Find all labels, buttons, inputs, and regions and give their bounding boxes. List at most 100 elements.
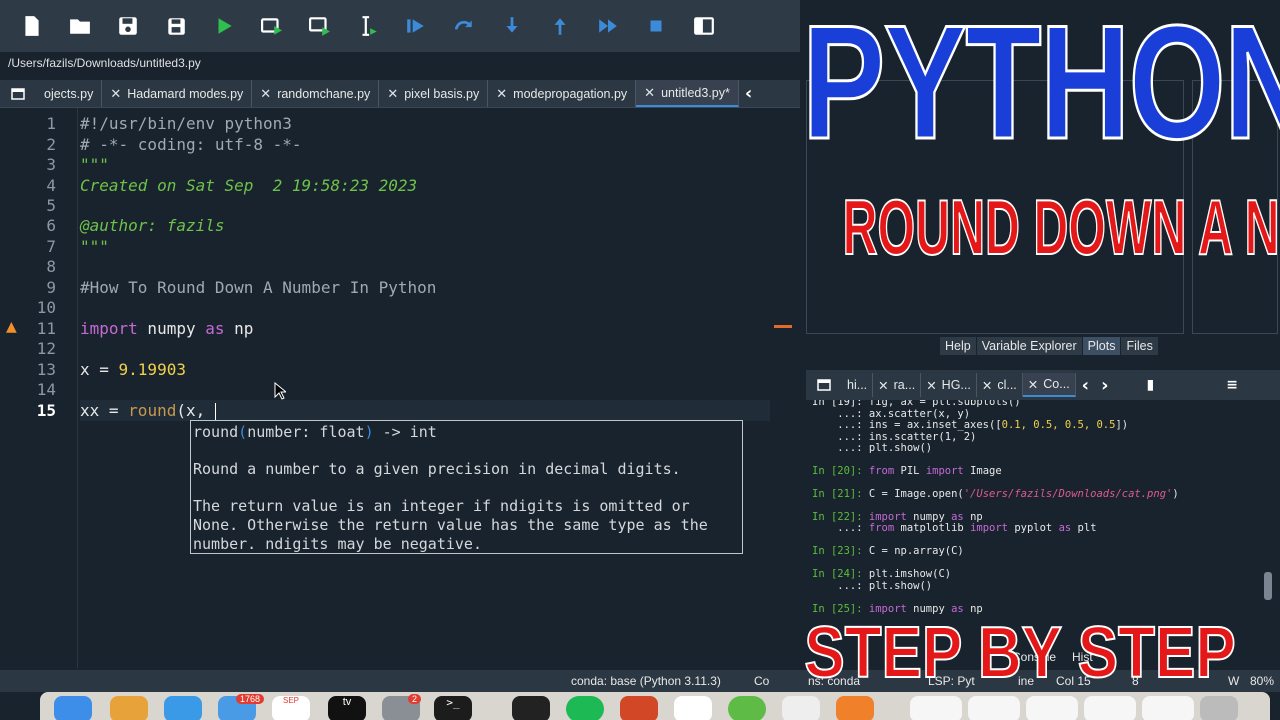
console-line: In [21]: C = Image.open('/Users/fazils/D… [812, 488, 1179, 500]
system-settings-icon[interactable]: 2 [382, 694, 422, 720]
calendar-month: SEP [282, 696, 299, 705]
sig-params: number: float [247, 423, 365, 441]
tab-files[interactable]: Files [1121, 337, 1158, 355]
maximize-pane-icon[interactable] [680, 8, 728, 44]
tabs-menu-icon[interactable] [806, 379, 842, 391]
main-toolbar [0, 0, 800, 52]
code-text: ]) [1115, 419, 1129, 431]
window-thumbnail[interactable] [1142, 696, 1194, 720]
console-tab[interactable]: ✕ cl... [977, 373, 1023, 397]
close-icon[interactable]: ✕ [496, 86, 507, 102]
close-icon[interactable]: ✕ [387, 86, 398, 102]
tab-variable-explorer[interactable]: Variable Explorer [976, 337, 1082, 355]
sig-return: -> int [373, 423, 437, 441]
launchpad-icon[interactable] [110, 696, 148, 720]
step-out-icon[interactable] [536, 8, 584, 44]
warning-scroll-marker [774, 325, 792, 328]
line-number: 14 [36, 380, 56, 399]
code-text: plt [1071, 522, 1097, 534]
tab-label: cl... [997, 378, 1017, 392]
console-tab[interactable]: ✕ ra... [873, 373, 922, 397]
close-icon[interactable]: ✕ [926, 378, 936, 393]
tab-pixel-basis[interactable]: ✕ pixel basis.py [379, 80, 489, 107]
line-number: 9 [46, 278, 56, 297]
app-f-icon[interactable] [836, 696, 874, 720]
spyder-icon[interactable] [728, 696, 766, 720]
code-line: @author: fazils [80, 216, 225, 235]
run-cell-icon[interactable] [248, 8, 296, 44]
tabs-menu-icon[interactable] [0, 80, 36, 107]
stop-icon[interactable] [632, 8, 680, 44]
code-line: """ [80, 155, 109, 174]
code-text: matplotlib [894, 522, 971, 534]
window-thumbnail[interactable] [1084, 696, 1136, 720]
close-icon[interactable]: ✕ [982, 378, 992, 393]
finder-icon[interactable] [54, 696, 92, 720]
console-line: ...: plt.show() [812, 580, 933, 592]
window-thumbnail[interactable] [968, 696, 1020, 720]
keyword: as [1058, 522, 1072, 534]
save-all-icon[interactable] [152, 8, 200, 44]
open-folder-icon[interactable] [56, 8, 104, 44]
mail-icon[interactable]: 1768 [218, 694, 265, 720]
close-icon[interactable]: ✕ [110, 86, 121, 102]
step-into-icon[interactable] [488, 8, 536, 44]
line-number: 11 [36, 319, 56, 338]
close-icon[interactable]: ✕ [878, 378, 888, 393]
tab-hadamard[interactable]: ✕ Hadamard modes.py [102, 80, 253, 107]
close-icon[interactable]: ✕ [260, 86, 271, 102]
close-icon[interactable]: ✕ [1028, 377, 1038, 392]
activity-monitor-icon[interactable] [512, 696, 550, 720]
line-number: 2 [46, 135, 56, 154]
tab-untitled3[interactable]: ✕ untitled3.py* [636, 80, 739, 107]
tab-randomchane[interactable]: ✕ randomchane.py [252, 80, 380, 107]
trash-icon[interactable] [1200, 696, 1238, 720]
app-icon[interactable] [782, 696, 820, 720]
notion-icon[interactable] [674, 696, 712, 720]
console-scrollbar[interactable] [1264, 572, 1272, 600]
new-file-icon[interactable] [8, 8, 56, 44]
chevron-right-icon[interactable]: › [1095, 375, 1114, 396]
code-area[interactable]: #!/usr/bin/env python3 # -*- coding: utf… [80, 108, 770, 668]
window-thumbnail[interactable] [910, 696, 962, 720]
window-thumbnail[interactable] [1026, 696, 1078, 720]
options-menu-icon[interactable]: ≡ [1220, 377, 1244, 393]
prompt: In [20]: [812, 465, 869, 477]
code-line: #!/usr/bin/env python3 [80, 114, 292, 133]
run-icon[interactable] [200, 8, 248, 44]
continue-icon[interactable] [584, 8, 632, 44]
keyword: from [868, 522, 895, 534]
chevron-left-icon[interactable]: ‹ [739, 80, 758, 107]
code-text: ...: ins = ax.inset_axes([ [812, 419, 1002, 431]
spotify-icon[interactable] [566, 696, 604, 720]
save-icon[interactable] [104, 8, 152, 44]
chevron-left-icon[interactable]: ‹ [1076, 375, 1095, 396]
tab-help[interactable]: Help [940, 337, 976, 355]
console-tab[interactable]: hi... [842, 373, 874, 397]
code-editor[interactable]: 1 2 3 4 5 6 7 8 9 10 ▲ 11 12 13 14 15 #!… [0, 108, 800, 668]
console-tab[interactable]: ✕ HG... [921, 373, 977, 397]
clipboard-icon[interactable]: ▮ [1141, 377, 1161, 393]
line-number: 10 [36, 298, 56, 317]
apple-tv-icon[interactable]: tv [328, 696, 366, 720]
step-over-icon[interactable] [440, 8, 488, 44]
powerpoint-icon[interactable] [620, 696, 658, 720]
tab-modepropagation[interactable]: ✕ modepropagation.py [488, 80, 637, 107]
run-selection-icon[interactable] [344, 8, 392, 44]
conda-env-status[interactable]: conda: base (Python 3.11.3) [571, 674, 721, 688]
close-icon[interactable]: ✕ [644, 85, 655, 101]
console-tab-active[interactable]: ✕ Co... [1022, 373, 1076, 397]
ipython-console[interactable]: In [19]: fig, ax = plt.subplots() ...: a… [806, 400, 1268, 640]
terminal-icon[interactable]: >_ [434, 696, 472, 720]
console-line: In [23]: C = np.array(C) [812, 545, 964, 557]
tab-plots[interactable]: Plots [1082, 337, 1121, 355]
code-text: PIL [894, 465, 926, 477]
code-text: C = np.array(C) [868, 545, 964, 557]
tab-objects[interactable]: ojects.py [36, 80, 103, 107]
debug-icon[interactable] [392, 8, 440, 44]
safari-icon[interactable] [164, 696, 202, 720]
tab-label: pixel basis.py [404, 86, 480, 101]
calendar-icon[interactable]: SEP [272, 696, 310, 720]
run-cell-advance-icon[interactable] [296, 8, 344, 44]
code-line: import numpy as np [80, 319, 253, 339]
